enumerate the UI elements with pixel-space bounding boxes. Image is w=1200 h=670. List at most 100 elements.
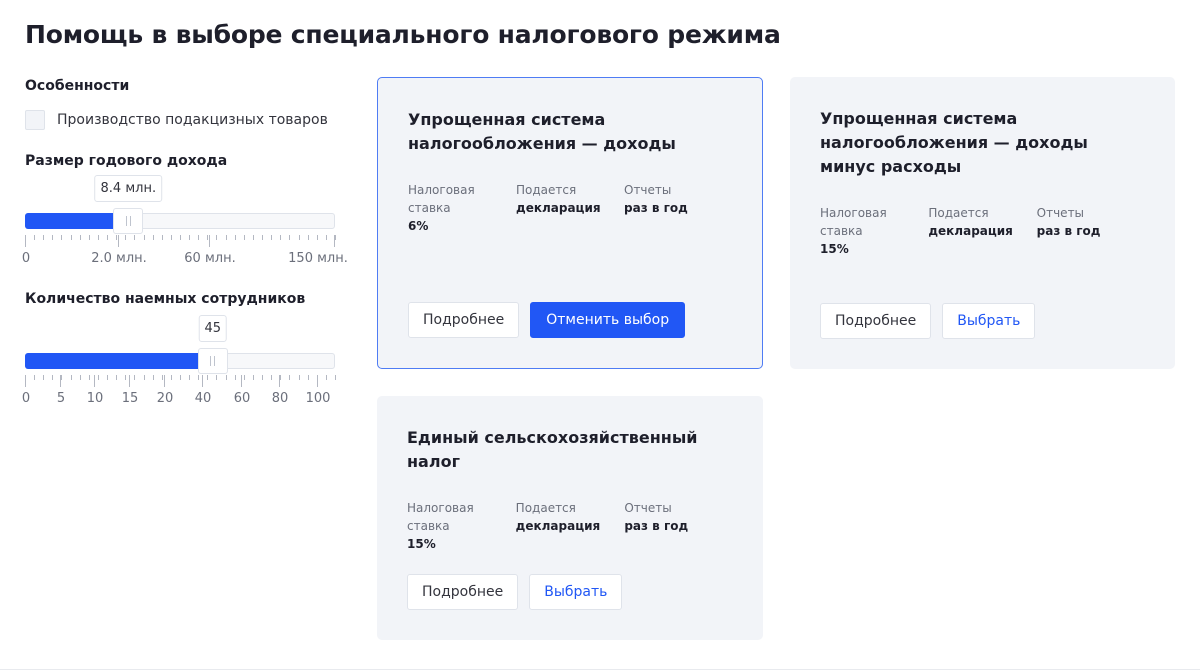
- prop-key: Налоговая ставка: [408, 183, 475, 215]
- slider-tick: [280, 235, 281, 240]
- grip-icon: [125, 216, 131, 226]
- employees-slider-handle[interactable]: [197, 348, 228, 374]
- slider-tick: [61, 235, 62, 240]
- grip-icon: [210, 356, 216, 366]
- prop-value: 15%: [820, 242, 849, 256]
- prop-value: 6%: [408, 219, 429, 233]
- slider-major-tick: [334, 235, 335, 247]
- slider-major-tick: [25, 375, 26, 387]
- slider-tick: [235, 235, 236, 240]
- employees-scale-label: 40: [194, 391, 212, 406]
- slider-tick: [34, 235, 35, 240]
- slider-tick: [271, 235, 272, 240]
- prop-value: 15%: [407, 537, 436, 551]
- reports-prop: Отчеты раз в год: [624, 499, 733, 553]
- slider-tick: [216, 375, 217, 380]
- employees-scale-label: 60: [233, 391, 251, 406]
- more-button[interactable]: Подробнее: [408, 302, 520, 338]
- slider-tick: [226, 375, 227, 380]
- income-slider-handle[interactable]: [113, 208, 144, 234]
- slider-tick: [71, 235, 72, 240]
- slider-tick: [189, 375, 190, 380]
- cancel-selection-button[interactable]: Отменить выбор: [530, 302, 686, 338]
- slider-tick: [116, 375, 117, 380]
- slider-tick: [244, 235, 245, 240]
- regime-card-usn-income: Упрощенная система налогообложения — дох…: [377, 77, 763, 369]
- slider-tick: [299, 235, 300, 240]
- page-title: Помощь в выборе специального налогового …: [25, 20, 781, 49]
- slider-tick: [180, 235, 181, 240]
- slider-tick: [335, 375, 336, 380]
- income-slider[interactable]: 8.4 млн. 0 2.0 млн. 60 млн. 150 млн.: [21, 175, 355, 283]
- slider-tick: [171, 375, 172, 380]
- slider-tick: [43, 235, 44, 240]
- slider-tick: [144, 375, 145, 380]
- regime-card-actions: Подробнее Выбрать: [820, 303, 1046, 339]
- slider-tick: [153, 235, 154, 240]
- more-button[interactable]: Подробнее: [820, 303, 932, 339]
- employees-label: Количество наемных сотрудников: [25, 291, 306, 307]
- regime-card-title: Упрощенная система налогообложения — дох…: [820, 109, 1088, 176]
- slider-tick: [308, 375, 309, 380]
- excise-goods-option[interactable]: Производство подакцизных товаров: [25, 110, 355, 130]
- slider-tick: [34, 375, 35, 380]
- submitted-prop: Подается декларация: [928, 204, 1036, 258]
- select-button[interactable]: Выбрать: [942, 303, 1036, 339]
- slider-tick: [134, 375, 135, 380]
- slider-tick: [198, 375, 199, 380]
- slider-major-tick: [241, 375, 242, 387]
- reports-prop: Отчеты раз в год: [624, 181, 732, 235]
- employees-scale-label: 20: [156, 391, 174, 406]
- slider-tick: [61, 375, 62, 380]
- slider-major-tick: [60, 375, 61, 387]
- prop-key: Подается: [515, 501, 576, 515]
- employees-scale-label: 5: [56, 391, 66, 406]
- slider-tick: [180, 375, 181, 380]
- income-slider-track[interactable]: [25, 208, 335, 234]
- prop-key: Налоговая ставка: [820, 206, 887, 238]
- excise-goods-checkbox[interactable]: [25, 110, 45, 130]
- more-button[interactable]: Подробнее: [407, 574, 519, 610]
- slider-tick: [134, 235, 135, 240]
- excise-goods-label[interactable]: Производство подакцизных товаров: [57, 112, 328, 128]
- slider-major-tick: [209, 235, 210, 247]
- slider-tick: [171, 235, 172, 240]
- slider-tick: [198, 235, 199, 240]
- select-button[interactable]: Выбрать: [529, 574, 623, 610]
- slider-tick: [253, 375, 254, 380]
- slider-major-tick: [118, 235, 119, 247]
- regime-card-props: Налоговая ставка 15% Подается декларация…: [820, 204, 1145, 258]
- features-label: Особенности: [25, 78, 130, 94]
- employees-slider-track[interactable]: [25, 348, 335, 374]
- prop-value: декларация: [928, 224, 1013, 238]
- employees-scale-label: 0: [21, 391, 31, 406]
- prop-key: Отчеты: [624, 183, 672, 197]
- regime-card-usn-income-minus-expenses: Упрощенная система налогообложения — дох…: [790, 77, 1175, 369]
- employees-scale-label: 15: [121, 391, 139, 406]
- slider-tick: [299, 375, 300, 380]
- slider-tick: [80, 235, 81, 240]
- employees-scale-label: 10: [86, 391, 104, 406]
- tax-rate-prop: Налоговая ставка 6%: [408, 181, 516, 235]
- income-scale-label: 150 млн.: [288, 251, 348, 266]
- regime-card-actions: Подробнее Отменить выбор: [408, 302, 696, 338]
- slider-major-tick: [279, 375, 280, 387]
- income-scale-label: 0: [21, 251, 31, 266]
- slider-tick: [98, 375, 99, 380]
- slider-tick: [125, 375, 126, 380]
- slider-major-tick: [202, 375, 203, 387]
- prop-key: Налоговая ставка: [407, 501, 474, 533]
- prop-value: раз в год: [624, 519, 689, 533]
- slider-major-tick: [25, 235, 26, 247]
- prop-key: Отчеты: [1036, 206, 1085, 220]
- slider-tick: [207, 235, 208, 240]
- slider-tick: [144, 235, 145, 240]
- employees-slider-fill: [25, 353, 213, 369]
- slider-tick: [98, 235, 99, 240]
- regime-card-props: Налоговая ставка 15% Подается декларация…: [407, 499, 733, 553]
- slider-tick: [262, 375, 263, 380]
- slider-tick: [52, 375, 53, 380]
- employees-slider[interactable]: 45 0 5 10 15 20 40 60 80 100: [21, 315, 355, 423]
- employees-scale-label: 100: [305, 391, 331, 406]
- income-slider-ticks: [25, 235, 336, 247]
